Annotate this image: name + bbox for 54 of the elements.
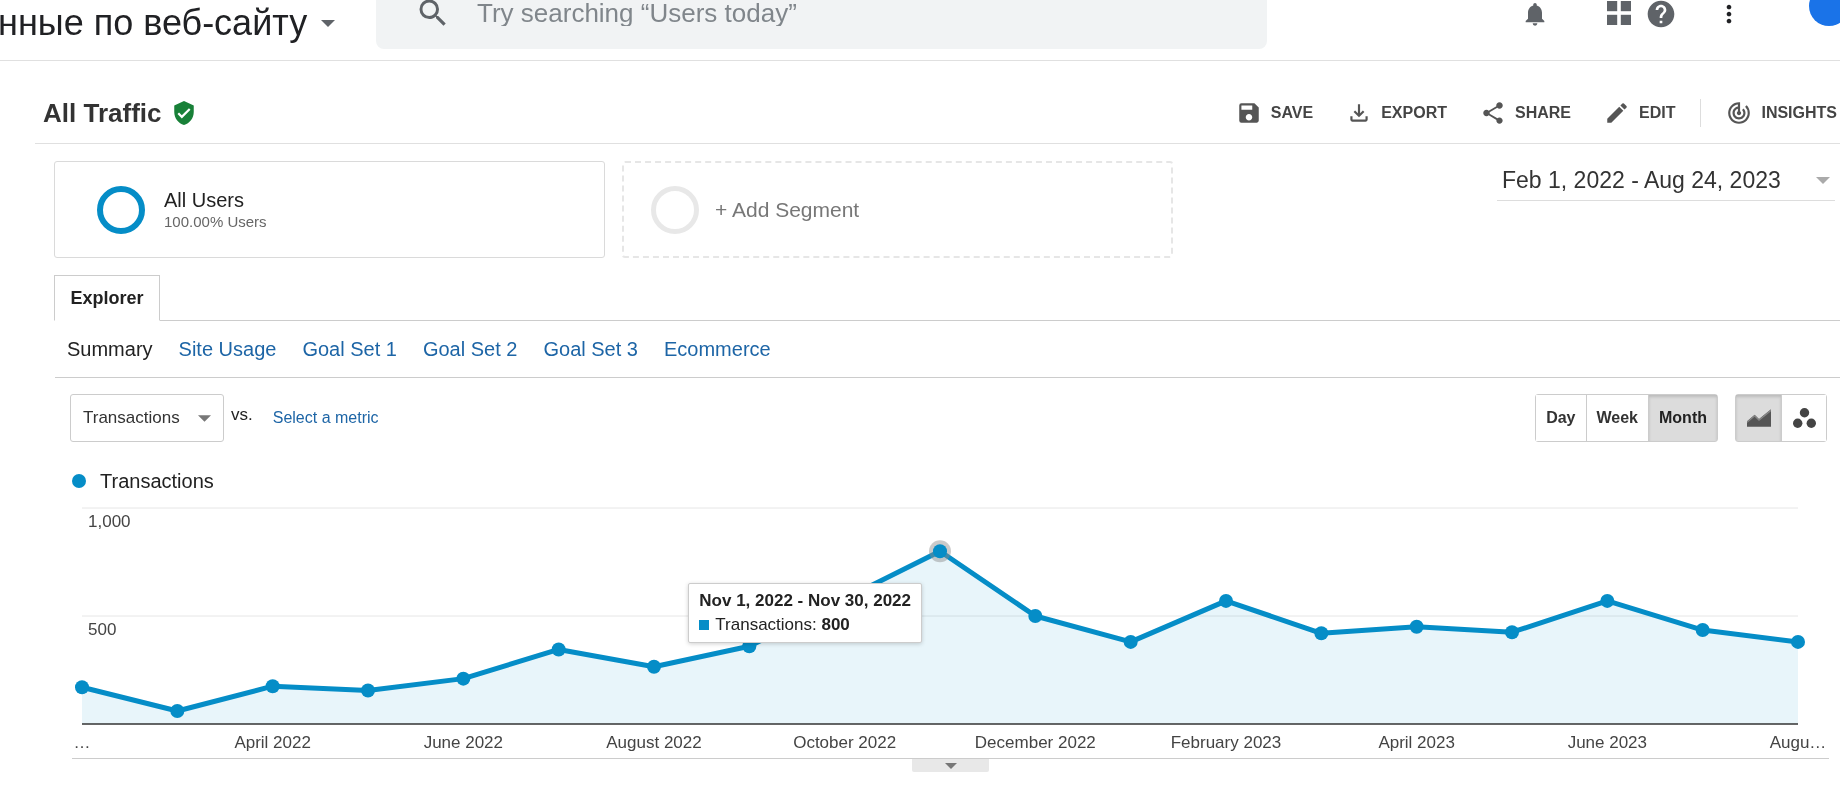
segment-name: All Users [164,187,245,212]
chart-toggle-button[interactable] [912,759,989,772]
y-axis-label: 500 [88,620,117,639]
x-axis-label: December 2022 [974,733,1096,752]
x-axis-label: August 2022 [606,733,702,752]
bubbles-icon [1792,408,1816,428]
select-metric-link[interactable]: Select a metric [272,406,379,430]
add-segment-card[interactable]: + Add Segment [622,161,1173,258]
x-axis-label: February 2023 [1170,733,1282,752]
x-axis-label: April 2023 [1378,733,1455,752]
date-range-selector[interactable]: Feb 1, 2022 - Aug 24, 2023 [1497,161,1835,201]
add-segment-label: + Add Segment [715,196,860,223]
caret-icon [198,414,211,422]
caret-icon [321,19,336,27]
caret-icon [1816,176,1830,184]
page-title: All Traffic [43,96,162,129]
x-axis-label: October 2022 [793,733,897,752]
metric-dropdown[interactable]: Transactions [70,394,224,442]
report-tab[interactable]: Site Usage [178,337,277,361]
x-axis-label: June 2023 [1567,733,1648,752]
chart-type-button[interactable] [1736,395,1781,441]
ring-icon [97,185,145,234]
report-tab[interactable]: Summary [67,337,153,361]
tooltip-value: Transactions: 800 [715,614,850,637]
tooltip-title: Nov 1, 2022 - Nov 30, 2022 [699,590,911,613]
insights-button[interactable]: INSIGHTS [1726,99,1837,126]
export-button[interactable]: EXPORT [1346,99,1447,126]
segment-detail: 100.00% Users [164,211,267,232]
edit-button[interactable]: EDIT [1604,99,1676,126]
chart-type-button[interactable] [1781,395,1826,441]
legend-label: Transactions [100,469,214,493]
property-selector[interactable]: нные по веб-сайту [0,3,336,43]
share-button[interactable]: SHARE [1479,99,1571,126]
report-tab[interactable]: Goal Set 1 [302,337,397,361]
x-axis-label: … [73,733,91,752]
report-tab[interactable]: Goal Set 2 [422,337,518,361]
save-button[interactable]: SAVE [1235,99,1314,126]
search-input[interactable]: Try searching “Users today” [477,0,1237,26]
x-axis-label: June 2022 [423,733,504,752]
y-axis-label: 1,000 [88,512,131,531]
caret-icon [944,762,957,769]
x-axis-label: Augu… [1769,733,1827,752]
search-field[interactable]: Try searching “Users today” [376,0,1267,49]
view-tab[interactable]: Explorer [54,275,160,321]
x-axis-label: April 2022 [234,733,311,752]
report-tab[interactable]: Goal Set 3 [543,337,638,361]
target-icon [1726,99,1753,126]
period-button[interactable]: Month [1648,395,1717,441]
area-chart-icon [1746,409,1771,427]
segment-card[interactable]: All Users 100.00% Users [54,161,605,258]
vs-label: vs. [231,404,253,427]
report-tab[interactable]: Ecommerce [663,337,771,361]
help-icon[interactable] [1645,0,1677,30]
grid-icon[interactable] [1607,1,1631,25]
